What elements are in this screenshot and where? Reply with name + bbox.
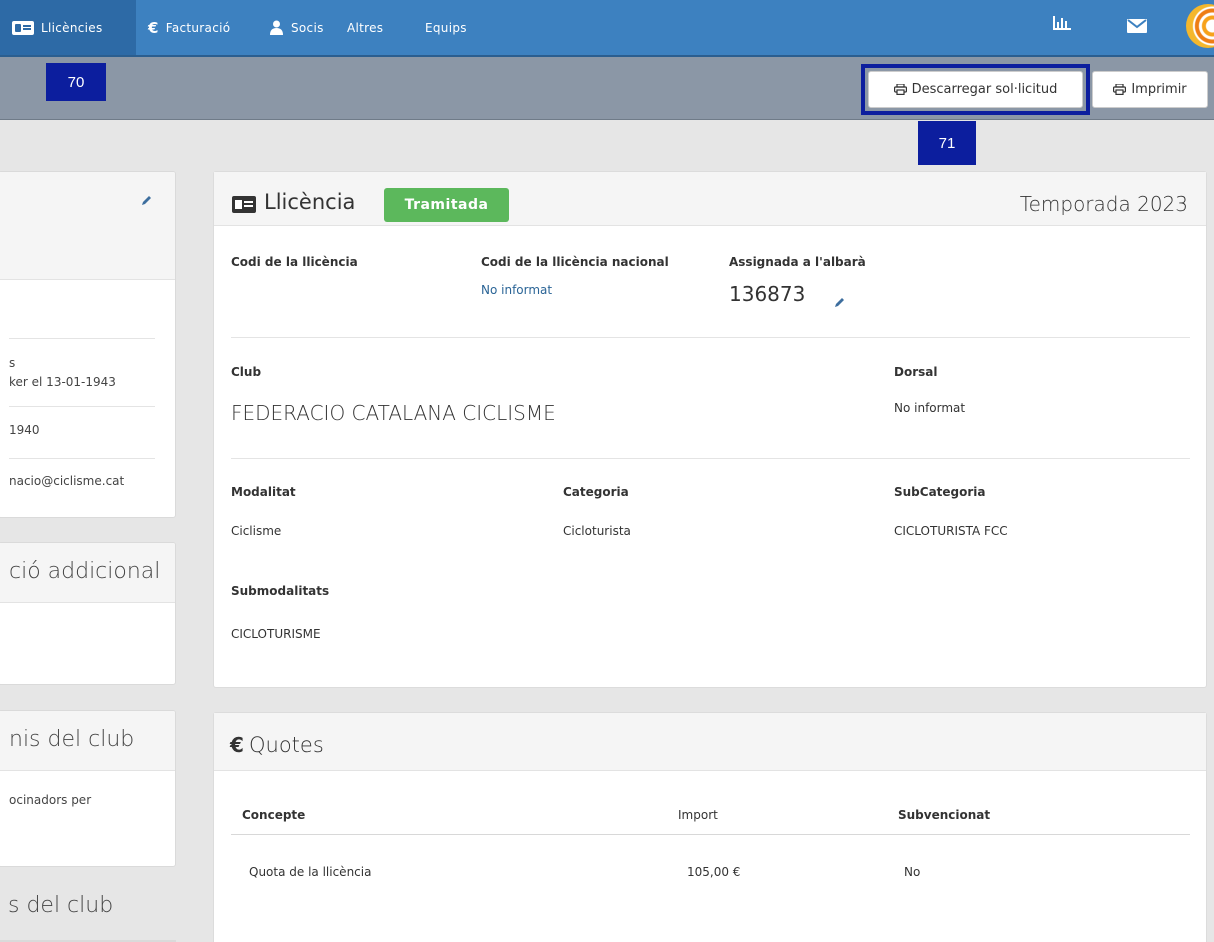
euro-icon: €	[148, 18, 159, 37]
divider	[231, 834, 1190, 835]
license-panel: Llicència Tramitada Temporada 2023 Codi …	[213, 171, 1207, 688]
status-badge: Tramitada	[384, 188, 509, 222]
national-code-label: Codi de la llicència nacional	[481, 255, 669, 269]
federation-logo[interactable]	[1186, 4, 1214, 48]
categoria-label: Categoria	[563, 485, 629, 499]
dorsal-value: No informat	[894, 401, 966, 415]
id-card-icon	[232, 196, 256, 217]
nav-socis[interactable]: Socis	[269, 0, 324, 55]
nav-facturacio-label: Facturació	[165, 20, 231, 35]
person-panel: s ker el 13-01-1943 1940 nacio@ciclisme.…	[0, 171, 176, 518]
year-text: 1940	[9, 423, 40, 437]
modalitat-label: Modalitat	[231, 485, 296, 499]
submodalitats-label: Submodalitats	[231, 584, 330, 598]
edit-pencil-icon[interactable]	[140, 192, 153, 211]
column-header-concepte: Concepte	[242, 808, 306, 822]
nav-altres[interactable]: Altres	[347, 0, 383, 55]
marker-71: 71	[918, 121, 976, 165]
license-code-label: Codi de la llicència	[231, 255, 358, 269]
nav-equips[interactable]: Equips	[425, 0, 467, 55]
divider	[9, 338, 155, 339]
club-panel-heading: nis del club	[9, 727, 135, 752]
nav-llicencies[interactable]: Llicències	[0, 0, 136, 55]
marker-70: 70	[46, 63, 106, 101]
email-text: nacio@ciclisme.cat	[9, 474, 125, 488]
license-title: Llicència	[264, 190, 356, 214]
download-request-label: Descarregar sol·licitud	[911, 82, 1058, 97]
divider	[231, 458, 1190, 459]
divider	[231, 337, 1190, 338]
subcategoria-value: CICLOTURISTA FCC	[894, 524, 1008, 538]
nav-llicencies-label: Llicències	[41, 20, 103, 35]
club-panel-text: ocinadors per	[9, 793, 92, 807]
club2-heading: s del club	[8, 893, 114, 918]
quotes-panel-header	[214, 713, 1206, 771]
print-label: Imprimir	[1131, 82, 1187, 97]
euro-icon: €	[230, 733, 244, 757]
bar-chart-icon[interactable]	[1052, 14, 1072, 36]
row-subvencionat: No	[904, 865, 921, 879]
submodalitats-value: CICLOTURISME	[231, 627, 321, 641]
nav-equips-label: Equips	[425, 20, 467, 35]
edit-pencil-icon[interactable]	[834, 293, 846, 312]
dorsal-label: Dorsal	[894, 365, 938, 379]
column-header-import: Import	[678, 808, 718, 822]
toolbar: 70 Descarregar sol·licitud Imprimir	[0, 57, 1214, 120]
club-value: FEDERACIO CATALANA CICLISME	[231, 401, 556, 425]
birth-line-1: s	[9, 356, 16, 370]
quotes-title: Quotes	[249, 733, 324, 757]
row-import: 105,00 €	[687, 865, 741, 879]
nav-facturacio[interactable]: € Facturació	[148, 0, 230, 55]
quotes-panel: € Quotes Concepte Import Subvencionat Qu…	[213, 712, 1207, 942]
divider	[9, 458, 155, 459]
row-concepte: Quota de la llicència	[249, 865, 372, 879]
user-icon	[269, 20, 284, 35]
top-navbar: Llicències € Facturació Socis Altres Equ…	[0, 0, 1214, 57]
download-request-button[interactable]: Descarregar sol·licitud	[868, 71, 1083, 108]
person-panel-header	[0, 172, 175, 280]
birth-line-2: ker el 13-01-1943	[9, 375, 116, 389]
envelope-icon[interactable]	[1127, 18, 1147, 37]
albara-label: Assignada a l'albarà	[729, 255, 866, 269]
season-text: Temporada 2023	[1019, 192, 1188, 216]
club-panel: nis del club ocinadors per	[0, 710, 176, 867]
print-icon	[1113, 84, 1127, 95]
divider	[9, 406, 155, 407]
id-card-icon	[12, 20, 34, 35]
modalitat-value: Ciclisme	[231, 524, 282, 538]
nav-altres-label: Altres	[347, 20, 384, 35]
subcategoria-label: SubCategoria	[894, 485, 986, 499]
nav-socis-label: Socis	[291, 20, 324, 35]
national-code-value: No informat	[481, 283, 553, 297]
additional-info-panel: ció addicional	[0, 542, 176, 685]
print-icon	[893, 84, 907, 95]
categoria-value: Cicloturista	[563, 524, 631, 538]
albara-value: 136873	[729, 282, 806, 306]
club-label: Club	[231, 365, 262, 379]
print-button[interactable]: Imprimir	[1092, 71, 1208, 108]
additional-info-heading: ció addicional	[9, 559, 161, 584]
column-header-subvencionat: Subvencionat	[898, 808, 991, 822]
